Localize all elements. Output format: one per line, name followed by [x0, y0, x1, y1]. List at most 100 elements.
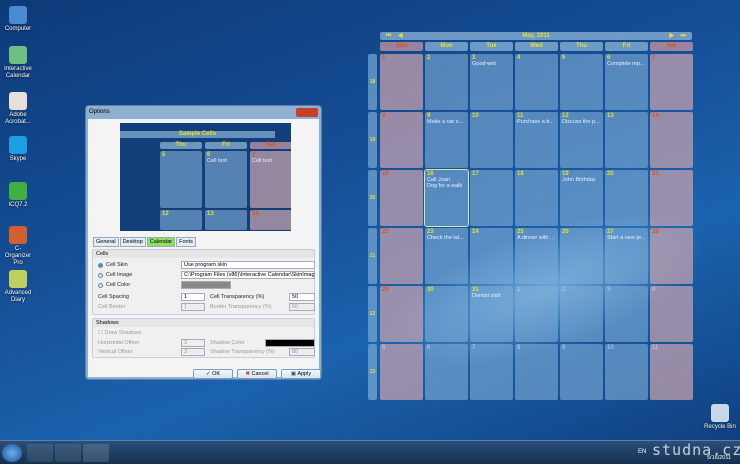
app-icon: [9, 46, 27, 64]
calendar-cell[interactable]: 2: [560, 286, 603, 342]
close-button[interactable]: [296, 108, 318, 117]
calendar-cell[interactable]: 9 Make a car se...: [425, 112, 468, 168]
calendar-cell[interactable]: 14: [650, 112, 693, 168]
tab-calendar[interactable]: Calendar: [146, 237, 176, 247]
event-text[interactable]: Good-wet: [472, 61, 511, 67]
language-indicator[interactable]: EN: [638, 449, 646, 455]
desktop-icon[interactable]: Adobe Acrobat...: [2, 92, 34, 126]
calendar-cell[interactable]: 31 Dentist visit: [470, 286, 513, 342]
apply-button[interactable]: ▣ Apply: [281, 369, 321, 379]
day-number: 1: [382, 55, 386, 61]
tab-general[interactable]: General: [93, 237, 119, 247]
calendar-cell[interactable]: 18: [515, 170, 558, 226]
calendar-cell[interactable]: 24: [470, 228, 513, 284]
ie-taskbar-icon[interactable]: [27, 444, 53, 462]
desktop-icon[interactable]: ICQ7.2: [2, 182, 34, 209]
day-header: Wed: [515, 42, 558, 51]
desktop-icon[interactable]: C-Organizer Pro: [2, 226, 34, 267]
calendar-cell[interactable]: 1: [515, 286, 558, 342]
event-text[interactable]: Complete report: [607, 61, 646, 67]
calendar-cell[interactable]: 23 Check the lat...: [425, 228, 468, 284]
day-header: Mon: [425, 42, 468, 51]
shadow-transparency-input[interactable]: 80: [289, 348, 315, 356]
calendar-cell[interactable]: 9: [560, 344, 603, 400]
calendar-cell[interactable]: 29: [380, 286, 423, 342]
recycle-bin[interactable]: Recycle Bin: [704, 404, 736, 431]
calendar-cell[interactable]: 4: [515, 54, 558, 110]
calendar-cell[interactable]: 3: [605, 286, 648, 342]
calendar-cell[interactable]: 1: [380, 54, 423, 110]
calendar-cell[interactable]: 3 Good-wet: [470, 54, 513, 110]
ok-button[interactable]: ✔ OK: [193, 369, 233, 379]
horizontal-offset-input[interactable]: 3: [181, 339, 205, 347]
next-month-icon[interactable]: ▶: [669, 32, 674, 40]
calendar-cell[interactable]: 8: [380, 112, 423, 168]
next-year-icon[interactable]: ⏭: [681, 32, 686, 40]
calendar-cell[interactable]: 7: [650, 54, 693, 110]
calendar-taskbar-icon[interactable]: [83, 444, 109, 462]
calendar-cell[interactable]: 30: [425, 286, 468, 342]
calendar-cell[interactable]: 12 Discuss the p...: [560, 112, 603, 168]
cancel-button[interactable]: ✖ Cancel: [237, 369, 277, 379]
cell-image-field[interactable]: C:\Program Files (x86)\Interactive Calen…: [181, 271, 315, 279]
calendar-cell[interactable]: 16 Call Joan Dog for a walk: [424, 169, 469, 227]
event-text[interactable]: John Birthday: [562, 177, 601, 183]
calendar-cell[interactable]: 22: [380, 228, 423, 284]
calendar-cell[interactable]: 17: [470, 170, 513, 226]
cell-color-radio[interactable]: [98, 283, 103, 288]
calendar-cell[interactable]: 8: [515, 344, 558, 400]
prev-month-icon[interactable]: ◀: [398, 32, 403, 40]
calendar-cell[interactable]: 6: [425, 344, 468, 400]
tab-desktop[interactable]: Desktop: [119, 237, 146, 247]
event-text[interactable]: Dentist visit: [472, 293, 511, 299]
week-number: 18: [368, 54, 377, 110]
prev-year-icon[interactable]: ⏮: [386, 32, 391, 40]
calendar-cell[interactable]: 25 A dinner with ...: [515, 228, 558, 284]
event-text[interactable]: Purchase a b...: [517, 119, 556, 125]
desktop-icon[interactable]: Interactive Calendar: [2, 46, 34, 80]
calendar-cell[interactable]: 7: [470, 344, 513, 400]
calendar-cell[interactable]: 26: [560, 228, 603, 284]
event-text[interactable]: Discuss the p...: [562, 119, 601, 125]
desktop-icon[interactable]: Advanced Diary: [2, 270, 34, 304]
calendar-cell[interactable]: 11 Purchase a b...: [515, 112, 558, 168]
cell-spacing-input[interactable]: 1: [181, 293, 205, 301]
calendar-cell[interactable]: 5: [380, 344, 423, 400]
draw-shadows-checkbox[interactable]: ☐ Draw Shadows: [98, 330, 141, 336]
vertical-offset-input[interactable]: 3: [181, 348, 205, 356]
calendar-cell[interactable]: 11: [650, 344, 693, 400]
desktop-icon[interactable]: Skype: [2, 136, 34, 163]
calendar-cell[interactable]: 10: [470, 112, 513, 168]
calendar-cell[interactable]: 28: [650, 228, 693, 284]
cell-skin-select[interactable]: Use program skin: [181, 261, 315, 269]
cell-transparency-input[interactable]: 50: [289, 293, 315, 301]
border-transparency-input[interactable]: 50: [289, 303, 315, 311]
day-number: 2: [427, 55, 431, 61]
calendar-cell[interactable]: 15: [380, 170, 423, 226]
cell-skin-radio[interactable]: [98, 263, 103, 268]
calendar-cell[interactable]: 2: [425, 54, 468, 110]
event-text[interactable]: Check the lat...: [427, 235, 466, 241]
event-text[interactable]: A dinner with ...: [517, 235, 556, 241]
event-text[interactable]: Make a car se...: [427, 119, 466, 125]
calendar-cell[interactable]: 6 Complete report: [605, 54, 648, 110]
calendar-cell[interactable]: 21: [650, 170, 693, 226]
day-header: Fri: [605, 42, 648, 51]
tab-fonts[interactable]: Fonts: [176, 237, 196, 247]
shadow-color-picker[interactable]: [265, 339, 315, 347]
calendar-cell[interactable]: 13: [605, 112, 648, 168]
explorer-taskbar-icon[interactable]: [55, 444, 81, 462]
calendar-cell[interactable]: 19 John Birthday: [560, 170, 603, 226]
cell-border-input[interactable]: 1: [181, 303, 205, 311]
calendar-cell[interactable]: 4: [650, 286, 693, 342]
start-button[interactable]: [2, 444, 22, 462]
calendar-cell[interactable]: 10: [605, 344, 648, 400]
calendar-cell[interactable]: 20: [605, 170, 648, 226]
cell-image-radio[interactable]: [98, 273, 103, 278]
cell-color-picker[interactable]: [181, 281, 231, 289]
calendar-cell[interactable]: 5: [560, 54, 603, 110]
desktop-icon[interactable]: Computer: [2, 6, 34, 33]
event-text[interactable]: Dog for a walk: [427, 183, 466, 189]
event-text[interactable]: Start a new pr...: [607, 235, 646, 241]
calendar-cell[interactable]: 27 Start a new pr...: [605, 228, 648, 284]
